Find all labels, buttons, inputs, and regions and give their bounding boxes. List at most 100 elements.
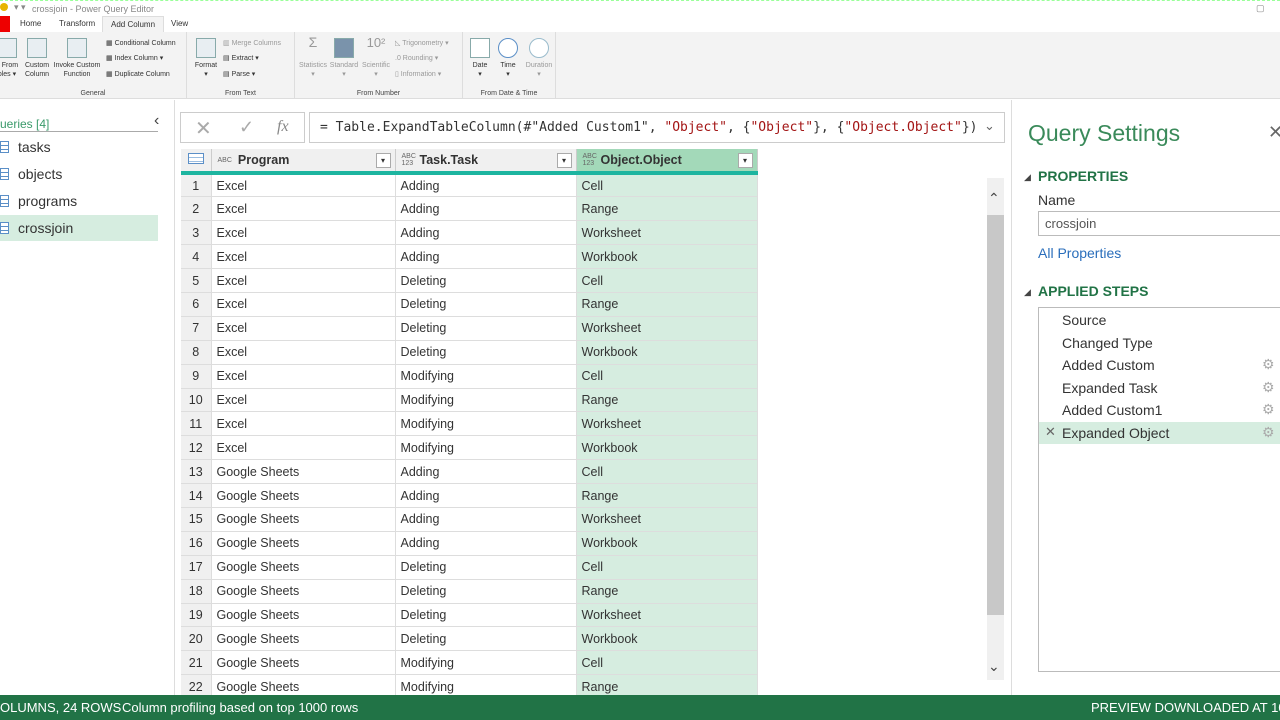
cell-task[interactable]: Modifying: [395, 388, 577, 413]
row-number[interactable]: 7: [181, 316, 212, 341]
cell-program[interactable]: Excel: [211, 268, 396, 293]
cell-object[interactable]: Cell: [576, 364, 758, 389]
row-number[interactable]: 15: [181, 507, 212, 532]
cell-program[interactable]: Excel: [211, 411, 396, 437]
row-number[interactable]: 18: [181, 579, 212, 604]
applied-step[interactable]: Changed Type: [1062, 332, 1153, 354]
scientific-button[interactable]: 10² Scientific ▾: [359, 36, 393, 79]
filter-dropdown-button[interactable]: ▾: [375, 153, 391, 168]
cell-program[interactable]: Excel: [211, 220, 396, 246]
row-number[interactable]: 3: [181, 220, 212, 246]
query-item-objects[interactable]: objects: [0, 161, 158, 187]
smiley-icon[interactable]: [0, 3, 8, 11]
cell-object[interactable]: Cell: [576, 650, 758, 676]
cell-object[interactable]: Cell: [576, 268, 758, 293]
confirm-icon[interactable]: ✓: [239, 117, 254, 138]
row-number[interactable]: 6: [181, 292, 212, 317]
cell-object[interactable]: Worksheet: [576, 220, 758, 246]
applied-step[interactable]: Added Custom: [1062, 354, 1155, 376]
parse-button[interactable]: ▤ Parse ▾: [223, 70, 255, 80]
cell-program[interactable]: Excel: [211, 196, 396, 222]
cell-object[interactable]: Worksheet: [576, 411, 758, 437]
cell-task[interactable]: Modifying: [395, 364, 577, 389]
row-number[interactable]: 14: [181, 483, 212, 508]
quick-access-dropdown[interactable]: ▾ ▾: [14, 2, 26, 13]
cell-program[interactable]: Excel: [211, 316, 396, 341]
cell-object[interactable]: Workbook: [576, 531, 758, 556]
close-icon[interactable]: ✕: [1268, 122, 1280, 143]
cell-program[interactable]: Google Sheets: [211, 626, 396, 652]
applied-step[interactable]: Expanded Task: [1062, 377, 1157, 399]
row-number[interactable]: 12: [181, 435, 212, 461]
cell-program[interactable]: Google Sheets: [211, 459, 396, 485]
all-properties-link[interactable]: All Properties: [1038, 245, 1121, 261]
row-number[interactable]: 8: [181, 340, 212, 365]
cell-object[interactable]: Range: [576, 388, 758, 413]
gear-icon[interactable]: ⚙: [1262, 424, 1275, 441]
cell-task[interactable]: Deleting: [395, 292, 577, 317]
cell-object[interactable]: Range: [576, 196, 758, 222]
column-header-task[interactable]: ABC 123 Task.Task ▾: [395, 149, 577, 175]
time-button[interactable]: Time ▾: [495, 38, 521, 79]
cell-object[interactable]: Worksheet: [576, 316, 758, 341]
cell-program[interactable]: Excel: [211, 292, 396, 317]
cell-task[interactable]: Deleting: [395, 268, 577, 293]
trigonometry-button[interactable]: ◺ Trigonometry ▾: [395, 39, 449, 49]
cell-program[interactable]: Google Sheets: [211, 531, 396, 556]
rounding-button[interactable]: .0 Rounding ▾: [395, 54, 438, 64]
cell-task[interactable]: Modifying: [395, 650, 577, 676]
cell-task[interactable]: Adding: [395, 507, 577, 532]
filter-dropdown-button[interactable]: ▾: [737, 153, 753, 168]
cell-task[interactable]: Adding: [395, 220, 577, 246]
row-number[interactable]: 20: [181, 626, 212, 652]
scroll-up-icon[interactable]: ⌃: [988, 190, 1000, 207]
row-number[interactable]: 11: [181, 411, 212, 437]
cell-program[interactable]: Excel: [211, 364, 396, 389]
cell-object[interactable]: Range: [576, 292, 758, 317]
cell-program[interactable]: Excel: [211, 173, 396, 198]
cell-object[interactable]: Cell: [576, 555, 758, 580]
tab-view[interactable]: View: [163, 16, 196, 32]
cell-task[interactable]: Adding: [395, 196, 577, 222]
custom-column-button[interactable]: Custom Column: [22, 38, 52, 79]
cell-task[interactable]: Deleting: [395, 316, 577, 341]
cell-task[interactable]: Adding: [395, 173, 577, 198]
scrollbar-thumb[interactable]: [987, 215, 1004, 615]
cell-program[interactable]: Google Sheets: [211, 555, 396, 580]
applied-step[interactable]: Added Custom1: [1062, 399, 1162, 421]
cell-task[interactable]: Deleting: [395, 340, 577, 365]
cell-object[interactable]: Worksheet: [576, 507, 758, 532]
conditional-column-button[interactable]: ▦ Conditional Column: [106, 39, 176, 49]
extract-button[interactable]: ▤ Extract ▾: [223, 54, 259, 64]
cell-object[interactable]: Cell: [576, 459, 758, 485]
collapse-chevron-icon[interactable]: ‹: [154, 112, 159, 130]
tab-transform[interactable]: Transform: [51, 16, 103, 32]
column-from-examples-button[interactable]: n Fromoles ▾: [0, 38, 20, 79]
gear-icon[interactable]: ⚙: [1262, 401, 1275, 418]
cell-task[interactable]: Adding: [395, 244, 577, 270]
invoke-custom-function-button[interactable]: Invoke Custom Function: [52, 38, 102, 79]
applied-step[interactable]: Source: [1062, 309, 1106, 331]
query-item-crossjoin[interactable]: crossjoin: [0, 215, 158, 241]
cell-program[interactable]: Google Sheets: [211, 603, 396, 628]
scroll-down-icon[interactable]: ⌄: [988, 658, 1000, 675]
cell-task[interactable]: Deleting: [395, 579, 577, 604]
delete-step-icon[interactable]: ✕: [1045, 424, 1056, 440]
query-item-programs[interactable]: programs: [0, 188, 158, 214]
cell-object[interactable]: Range: [576, 579, 758, 604]
cell-program[interactable]: Google Sheets: [211, 483, 396, 508]
cell-program[interactable]: Google Sheets: [211, 579, 396, 604]
information-button[interactable]: ▯ Information ▾: [395, 70, 441, 80]
statistics-button[interactable]: Σ Statistics ▾: [297, 35, 329, 79]
cell-program[interactable]: Excel: [211, 340, 396, 365]
cell-program[interactable]: Excel: [211, 435, 396, 461]
restore-icon[interactable]: ▢: [1256, 3, 1265, 14]
file-tab[interactable]: [0, 16, 10, 32]
cell-object[interactable]: Range: [576, 483, 758, 508]
cell-object[interactable]: Workbook: [576, 626, 758, 652]
table-menu-button[interactable]: [181, 149, 212, 175]
column-header-program[interactable]: ABC Program ▾: [211, 149, 396, 175]
cell-task[interactable]: Deleting: [395, 603, 577, 628]
row-number[interactable]: 19: [181, 603, 212, 628]
row-number[interactable]: 17: [181, 555, 212, 580]
